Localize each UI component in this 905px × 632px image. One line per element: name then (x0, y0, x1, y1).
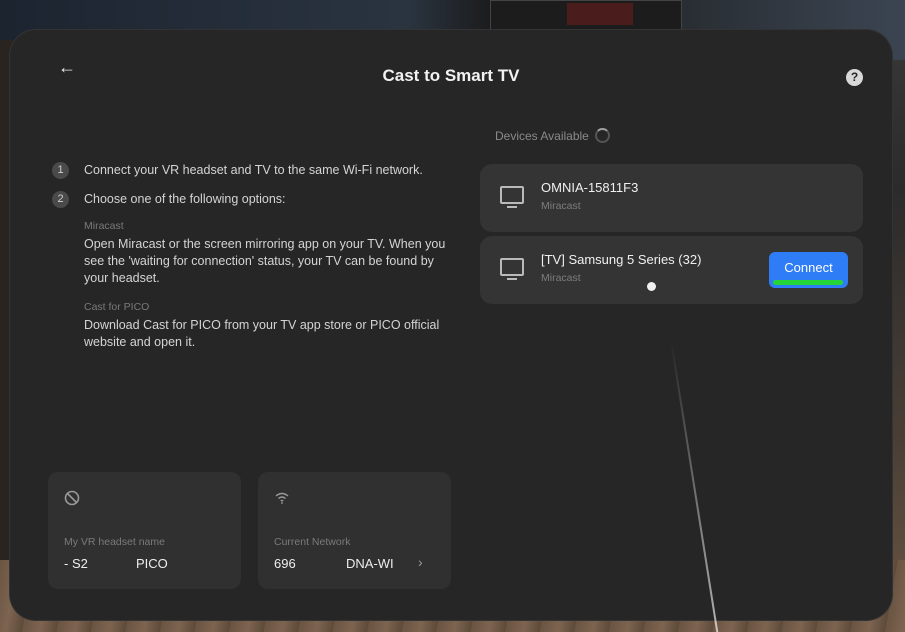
device-item-omnia[interactable]: OMNIA-15811F3 Miracast (480, 164, 863, 232)
step-text: Choose one of the following options: (84, 192, 286, 206)
option-label: Cast for PICO (84, 301, 150, 313)
option-label: Miracast (84, 220, 124, 232)
network-name-prefix: 696 (274, 556, 296, 571)
option-text: Open Miracast or the screen mirroring ap… (84, 237, 446, 285)
wifi-icon (275, 492, 289, 504)
option-text: Download Cast for PICO from your TV app … (84, 318, 440, 349)
option-miracast: Miracast Open Miracast or the screen mir… (84, 220, 454, 287)
devices-available-header: Devices Available (495, 128, 610, 143)
headset-blocked-icon (64, 490, 80, 506)
step-1: 1 Connect your VR headset and TV to the … (52, 162, 452, 179)
step-text: Connect your VR headset and TV to the sa… (84, 163, 423, 177)
connect-button[interactable]: Connect (769, 252, 848, 288)
option-cast-for-pico: Cast for PICO Download Cast for PICO fro… (84, 301, 454, 351)
device-type: Miracast (541, 200, 581, 212)
network-name: DNA-WI (346, 556, 394, 571)
card-label: Current Network (274, 536, 351, 548)
controller-pointer-ray (670, 339, 723, 632)
loading-spinner-icon (594, 128, 610, 143)
page-title: Cast to Smart TV (382, 66, 520, 85)
device-name: OMNIA-15811F3 (541, 180, 639, 195)
poster-image (567, 3, 633, 25)
connect-highlight-bar (773, 280, 843, 285)
tv-monitor-icon (500, 258, 524, 280)
controller-pointer-dot (647, 282, 656, 291)
headset-name-suffix: - S2 (64, 556, 88, 571)
card-label: My VR headset name (64, 536, 165, 548)
device-name: [TV] Samsung 5 Series (32) (541, 252, 702, 267)
device-item-samsung[interactable]: [TV] Samsung 5 Series (32) Miracast Conn… (480, 236, 863, 304)
help-icon[interactable]: ? (846, 69, 863, 86)
chevron-right-icon[interactable]: › (418, 554, 423, 570)
connect-button-label: Connect (784, 260, 833, 275)
current-network-card[interactable]: Current Network 696 DNA-WI › (258, 472, 451, 589)
tv-monitor-icon (500, 186, 524, 208)
device-type: Miracast (541, 272, 581, 284)
headset-name-brand: PICO (136, 556, 168, 571)
headset-name-card[interactable]: My VR headset name - S2 PICO (48, 472, 241, 589)
instructions: 1 Connect your VR headset and TV to the … (52, 162, 452, 365)
cast-panel: ← Cast to Smart TV ? 1 Connect your VR h… (10, 30, 892, 632)
step-2: 2 Choose one of the following options: (52, 191, 452, 208)
step-number: 1 (52, 162, 69, 179)
step-number: 2 (52, 191, 69, 208)
devices-header-label: Devices Available (495, 128, 589, 143)
